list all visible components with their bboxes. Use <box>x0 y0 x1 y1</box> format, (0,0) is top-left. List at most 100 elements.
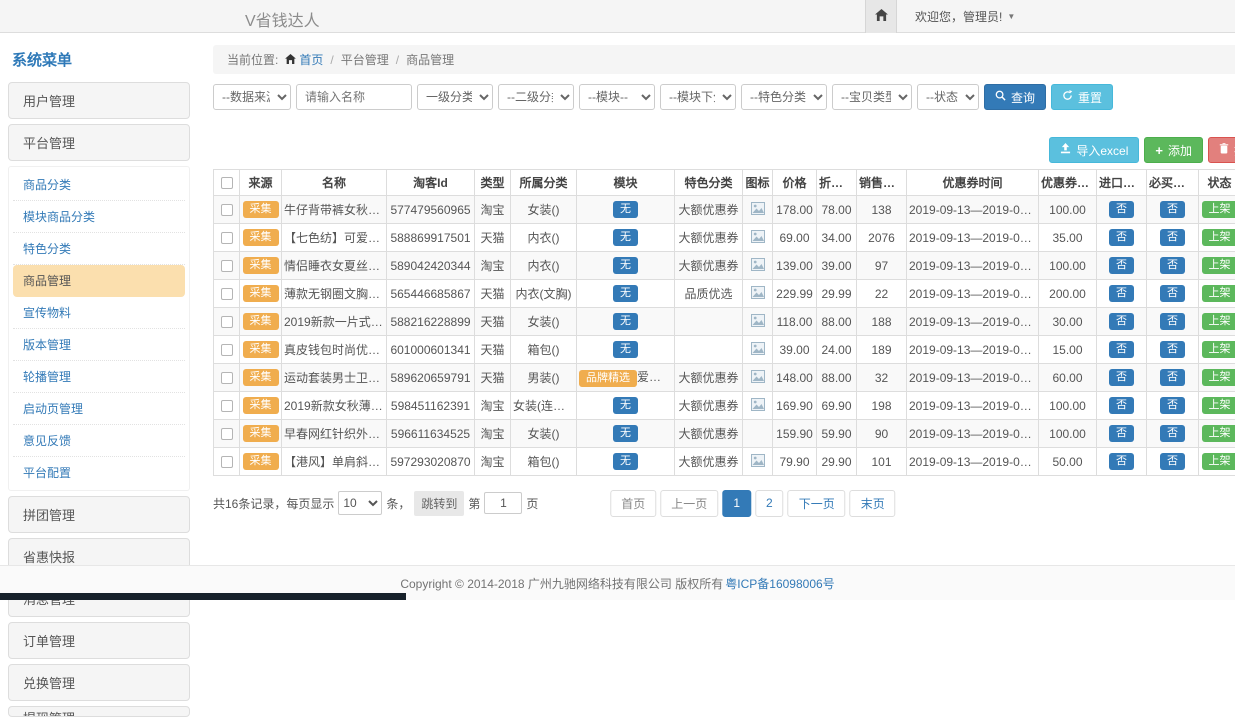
sidebar-section-6[interactable]: 兑换管理 <box>8 664 190 701</box>
add-button[interactable]: + 添加 <box>1144 137 1203 163</box>
must-buy-toggle[interactable]: 否 <box>1160 201 1185 218</box>
icp-link[interactable]: 粤ICP备16098006号 <box>725 575 834 592</box>
welcome-text: 欢迎您，管理员! <box>915 8 1002 25</box>
sidebar-item-7[interactable]: 启动页管理 <box>13 393 185 425</box>
must-buy-toggle[interactable]: 否 <box>1160 257 1185 274</box>
import-pick-toggle[interactable]: 否 <box>1109 229 1134 246</box>
row-checkbox[interactable] <box>221 372 233 384</box>
must-buy-toggle[interactable]: 否 <box>1160 229 1185 246</box>
import-pick-toggle[interactable]: 否 <box>1109 397 1134 414</box>
must-buy-toggle[interactable]: 否 <box>1160 313 1185 330</box>
row-checkbox-cell <box>214 420 240 448</box>
sidebar-item-2[interactable]: 特色分类 <box>13 233 185 265</box>
page-button-末页[interactable]: 末页 <box>850 490 896 517</box>
category-cell: 内衣(文胸) <box>511 280 577 308</box>
filter-select-0[interactable]: --数据来源-- <box>213 84 291 110</box>
page-button-1[interactable]: 1 <box>722 490 751 517</box>
batch-delete-button[interactable]: 批量删除 <box>1208 137 1235 163</box>
must-buy-toggle[interactable]: 否 <box>1160 425 1185 442</box>
status-badge[interactable]: 上架 <box>1202 425 1235 442</box>
sidebar-section-0[interactable]: 用户管理 <box>8 82 190 119</box>
sidebar-groups: 用户管理平台管理商品分类模块商品分类特色分类商品管理宣传物料版本管理轮播管理启动… <box>8 82 190 717</box>
import-pick-toggle[interactable]: 否 <box>1109 369 1134 386</box>
feature-cell: 大额优惠券 <box>675 392 743 420</box>
import-pick-toggle[interactable]: 否 <box>1109 285 1134 302</box>
row-checkbox[interactable] <box>221 344 233 356</box>
status-badge[interactable]: 上架 <box>1202 229 1235 246</box>
import-pick-toggle[interactable]: 否 <box>1109 425 1134 442</box>
jump-page-input[interactable] <box>484 492 522 514</box>
filter-select-2[interactable]: --二级分类-- <box>498 84 574 110</box>
row-checkbox[interactable] <box>221 232 233 244</box>
query-button[interactable]: 查询 <box>984 84 1046 110</box>
page-button-首页[interactable]: 首页 <box>610 490 656 517</box>
row-checkbox[interactable] <box>221 260 233 272</box>
row-checkbox[interactable] <box>221 288 233 300</box>
must-buy-toggle[interactable]: 否 <box>1160 397 1185 414</box>
sidebar-item-8[interactable]: 意见反馈 <box>13 425 185 457</box>
sidebar-section-5[interactable]: 订单管理 <box>8 622 190 659</box>
source-badge: 采集 <box>243 313 279 330</box>
user-menu[interactable]: 欢迎您，管理员! ▼ <box>915 8 1015 25</box>
jump-button[interactable]: 跳转到 <box>414 491 464 516</box>
sidebar-section-7[interactable]: 提现管理 <box>8 706 190 717</box>
name-search-input[interactable] <box>296 84 412 110</box>
filter-select-4[interactable]: --模块下分类-- <box>660 84 736 110</box>
status-badge[interactable]: 上架 <box>1202 453 1235 470</box>
status-cell: 上架 <box>1199 280 1235 308</box>
per-page-select[interactable]: 10 <box>338 491 382 515</box>
copyright-text: Copyright © 2014-2018 广州九驰网络科技有限公司 版权所有 <box>400 575 723 592</box>
status-badge[interactable]: 上架 <box>1202 313 1235 330</box>
import-excel-button[interactable]: 导入excel <box>1049 137 1139 163</box>
status-badge[interactable]: 上架 <box>1202 285 1235 302</box>
sidebar-section-2[interactable]: 拼团管理 <box>8 496 190 533</box>
filter-select-3[interactable]: --模块-- <box>579 84 655 110</box>
breadcrumb-home-link[interactable]: 首页 <box>285 51 323 68</box>
import-pick-toggle[interactable]: 否 <box>1109 257 1134 274</box>
table-row: 采集【七色纺】可爱纯棉家...588869917501天猫内衣()无大额优惠券6… <box>214 224 1235 252</box>
filter-select-1[interactable]: 一级分类 <box>417 84 493 110</box>
sidebar-item-1[interactable]: 模块商品分类 <box>13 201 185 233</box>
import-pick-toggle[interactable]: 否 <box>1109 201 1134 218</box>
must-buy-toggle[interactable]: 否 <box>1160 285 1185 302</box>
import-pick-toggle[interactable]: 否 <box>1109 341 1134 358</box>
sidebar-item-9[interactable]: 平台配置 <box>13 457 185 488</box>
row-checkbox[interactable] <box>221 316 233 328</box>
import-pick-toggle[interactable]: 否 <box>1109 313 1134 330</box>
must-buy-toggle[interactable]: 否 <box>1160 341 1185 358</box>
taoke-id-cell: 588869917501 <box>387 224 475 252</box>
filter-select-5[interactable]: --特色分类-- <box>741 84 827 110</box>
feature-cell: 大额优惠券 <box>675 448 743 476</box>
status-badge[interactable]: 上架 <box>1202 397 1235 414</box>
row-checkbox[interactable] <box>221 456 233 468</box>
page-button-下一页[interactable]: 下一页 <box>788 490 846 517</box>
row-checkbox[interactable] <box>221 400 233 412</box>
must-buy-cell: 否 <box>1147 280 1199 308</box>
sidebar-item-5[interactable]: 版本管理 <box>13 329 185 361</box>
status-badge[interactable]: 上架 <box>1202 369 1235 386</box>
row-checkbox[interactable] <box>221 428 233 440</box>
status-badge[interactable]: 上架 <box>1202 341 1235 358</box>
sales-cell: 90 <box>857 420 907 448</box>
sidebar-item-6[interactable]: 轮播管理 <box>13 361 185 393</box>
sidebar-item-3[interactable]: 商品管理 <box>13 265 185 297</box>
sidebar-item-4[interactable]: 宣传物料 <box>13 297 185 329</box>
status-badge[interactable]: 上架 <box>1202 201 1235 218</box>
sidebar-item-0[interactable]: 商品分类 <box>13 169 185 201</box>
page-button-2[interactable]: 2 <box>755 490 784 517</box>
sidebar-section-1[interactable]: 平台管理 <box>8 124 190 161</box>
filter-select-6[interactable]: --宝贝类型-- <box>832 84 912 110</box>
select-all-checkbox[interactable] <box>221 177 233 189</box>
import-pick-toggle[interactable]: 否 <box>1109 453 1134 470</box>
must-buy-toggle[interactable]: 否 <box>1160 369 1185 386</box>
column-header: 来源 <box>240 170 282 196</box>
must-buy-toggle[interactable]: 否 <box>1160 453 1185 470</box>
row-checkbox[interactable] <box>221 204 233 216</box>
module-cell: 无 <box>577 224 675 252</box>
must-buy-cell: 否 <box>1147 336 1199 364</box>
reset-button[interactable]: 重置 <box>1051 84 1113 110</box>
page-button-上一页[interactable]: 上一页 <box>660 490 718 517</box>
status-badge[interactable]: 上架 <box>1202 257 1235 274</box>
filter-select-7[interactable]: --状态-- <box>917 84 979 110</box>
home-button[interactable] <box>865 0 897 33</box>
